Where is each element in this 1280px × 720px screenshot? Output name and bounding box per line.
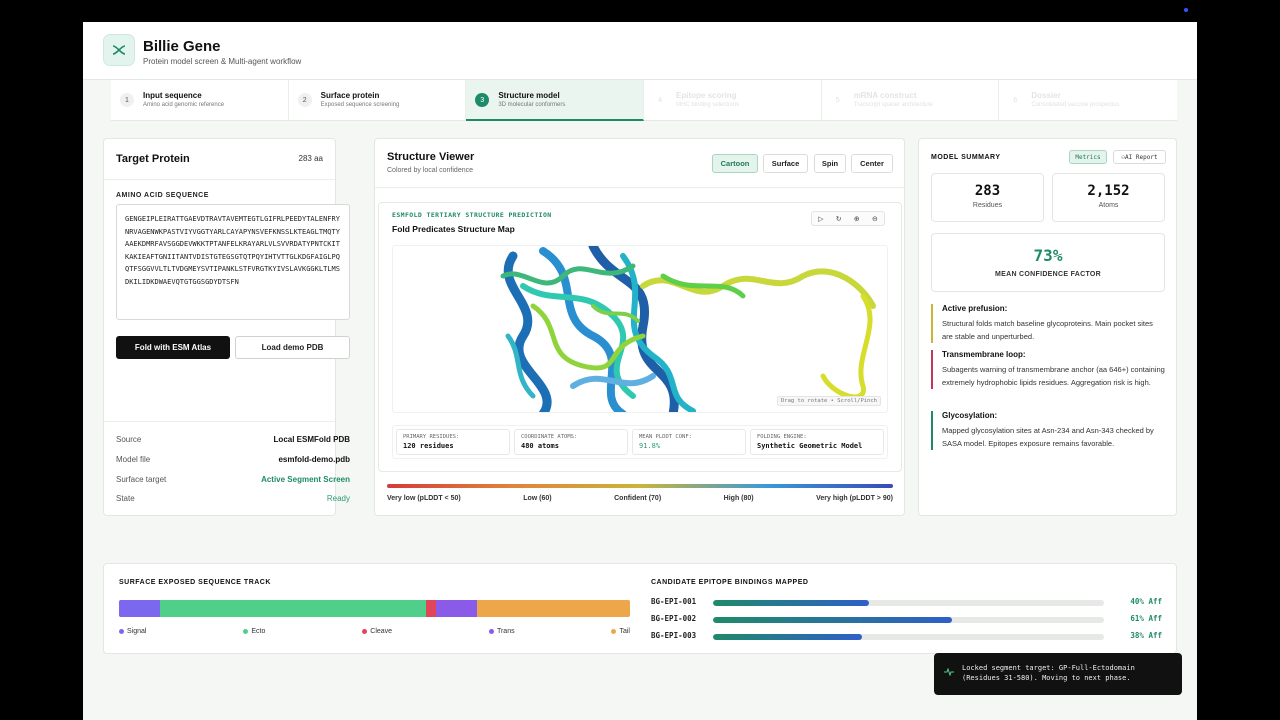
legend-signal: Signal xyxy=(119,628,146,635)
note-glycosylation: Glycosylation: Mapped glycosylation sites… xyxy=(931,411,1165,450)
play-icon[interactable]: ▷ xyxy=(818,215,823,223)
epitope-row-001[interactable]: BG-EPI-001 40% Aff xyxy=(651,597,1162,609)
epitope-bindings-title: CANDIDATE EPITOPE BINDINGS MAPPED xyxy=(651,579,809,586)
epitope-affinity-bar xyxy=(713,617,952,623)
app-subtitle: Protein model screen & Multi-agent workf… xyxy=(143,57,302,66)
model-summary-panel: MODEL SUMMARY Metrics ⚇ AI Report 283 Resi… xyxy=(918,138,1177,516)
divider xyxy=(104,421,335,422)
activity-icon xyxy=(944,667,954,679)
stat-mean-plddt: MEAN PLDDT CONF: 91.8% xyxy=(632,429,746,455)
structure-viewer-title: Structure Viewer xyxy=(387,151,475,163)
info-source: Source Local ESMFold PDB xyxy=(116,435,350,444)
structure-viewer-panel: Structure Viewer Colored by local confid… xyxy=(374,138,905,516)
tab-ai-report[interactable]: ⚇ AI Report xyxy=(1113,150,1166,164)
stat-primary-residues: PRIMARY RESIDUES: 120 residues xyxy=(396,429,510,455)
structure-viewer-subtitle: Colored by local confidence xyxy=(387,167,473,174)
fold-esm-atlas-button[interactable]: Fold with ESM Atlas xyxy=(116,336,230,359)
epitope-row-002[interactable]: BG-EPI-002 61% Aff xyxy=(651,614,1162,626)
viewer-toolbar: ▷ ↻ ⊕ ⊖ xyxy=(811,211,885,226)
step-dossier: 6 Dossier Consolidated vaccine prospectus xyxy=(1013,91,1120,108)
legend-dot xyxy=(611,628,617,634)
cartoon-button[interactable]: Cartoon xyxy=(712,154,758,173)
workflow-stepper: 1 Input sequence Amino acid genomic refere… xyxy=(111,80,1177,121)
sequence-label: AMINO ACID SEQUENCE xyxy=(116,192,209,199)
epitope-row-003[interactable]: BG-EPI-003 38% Aff xyxy=(651,631,1162,643)
indicator-dot xyxy=(1184,8,1188,12)
epitope-affinity-bar xyxy=(713,634,862,640)
tab-metrics[interactable]: Metrics xyxy=(1069,150,1107,164)
surface-button[interactable]: Surface xyxy=(763,154,808,173)
track-segment-cleave[interactable] xyxy=(425,600,436,617)
divider xyxy=(104,179,335,180)
legend-dot xyxy=(243,628,249,634)
sequence-textarea[interactable]: GENGEIPLEIRATTGAEVDTRAVTAVEMTEGTLGIFRLPE… xyxy=(116,204,350,320)
track-segment-signal[interactable] xyxy=(119,600,160,617)
molecule-viewer: ESMFOLD TERTIARY STRUCTURE PREDICTION Fo… xyxy=(378,202,902,472)
stat-coordinate-atoms: COORDINATE ATOMS: 480 atoms xyxy=(514,429,628,455)
dna-logo-icon xyxy=(103,34,135,66)
plddt-gradient-bar xyxy=(387,484,893,488)
zoom-in-icon[interactable]: ⊕ xyxy=(854,215,860,223)
surface-sequence-track[interactable] xyxy=(119,600,630,617)
legend-high: High (80) xyxy=(723,495,754,502)
note-active-prefusion: Active prefusion: Structural folds match … xyxy=(931,304,1165,343)
stat-folding-engine: FOLDING ENGINE: Synthetic Geometric Model xyxy=(750,429,884,455)
legend-trans: Trans xyxy=(488,628,515,635)
protein-ribbon-illustration xyxy=(500,246,876,412)
legend-dot xyxy=(488,628,494,634)
plddt-legend: Very low (pLDDT < 50) Low (60) Confident… xyxy=(387,495,893,502)
state-badge: Ready xyxy=(326,494,350,503)
info-model-file: Model file esmfold-demo.pdb xyxy=(116,455,350,464)
app-window: Billie Gene Protein model screen & Multi… xyxy=(83,22,1197,720)
track-segment-tail[interactable] xyxy=(476,600,630,617)
metric-atoms: 2,152 Atoms xyxy=(1052,173,1165,222)
legend-ecto: Ecto xyxy=(243,628,265,635)
zoom-out-icon[interactable]: ⊖ xyxy=(872,215,878,223)
model-summary-title: MODEL SUMMARY xyxy=(931,154,1001,161)
legend-cleave: Cleave xyxy=(362,628,392,635)
step-structure-model[interactable]: 3 Structure model 3D molecular conformers xyxy=(466,80,645,121)
track-legend: Signal Ecto Cleave Trans Tail xyxy=(119,628,630,635)
track-segment-ecto[interactable] xyxy=(159,600,426,617)
step-mrna-construct: 5 mRNA construct Transcript spacer archite… xyxy=(822,80,1000,121)
structure-map-title: Fold Predicates Structure Map xyxy=(392,224,515,234)
app-header: Billie Gene Protein model screen & Multi… xyxy=(83,22,1197,80)
metric-residues: 283 Residues xyxy=(931,173,1044,222)
note-transmembrane-loop: Transmembrane loop: Subagents warning of … xyxy=(931,350,1165,389)
status-toast: Locked segment target: GP-Full-Ectodomai… xyxy=(934,653,1182,695)
info-surface-target: Surface target Active Segment Screen xyxy=(116,475,350,484)
structure-stats: PRIMARY RESIDUES: 120 residues COORDINATE… xyxy=(392,425,888,459)
step-epitope-scoring: 4 Epitope scoring MHC binding selections xyxy=(644,80,822,121)
reset-icon[interactable]: ↻ xyxy=(836,215,842,223)
legend-tail: Tail xyxy=(611,628,630,635)
toast-message: Locked segment target: GP-Full-Ectodomai… xyxy=(962,664,1135,682)
drag-hint: Drag to rotate • Scroll/Pinch xyxy=(776,396,881,406)
protein-3d-canvas[interactable]: Drag to rotate • Scroll/Pinch xyxy=(392,245,888,413)
legend-dot xyxy=(362,628,368,634)
app-title: Billie Gene xyxy=(143,38,221,55)
track-segment-trans[interactable] xyxy=(435,600,477,617)
legend-very-high: Very high (pLDDT > 90) xyxy=(816,495,893,502)
sequence-track-panel: SURFACE EXPOSED SEQUENCE TRACK Signal Ect… xyxy=(103,563,1177,654)
spin-button[interactable]: Spin xyxy=(814,154,846,173)
epitope-affinity-bar xyxy=(713,600,870,606)
target-protein-panel: Target Protein 283 aa AMINO ACID SEQUENC… xyxy=(103,138,350,516)
legend-low: Low (60) xyxy=(523,495,552,502)
load-demo-pdb-button[interactable]: Load demo PDB xyxy=(235,336,350,359)
step-surface-protein[interactable]: 2 Surface protein Exposed sequence screeni… xyxy=(289,80,467,121)
mean-confidence-card: 73% MEAN CONFIDENCE FACTOR xyxy=(931,233,1165,292)
surface-track-title: SURFACE EXPOSED SEQUENCE TRACK xyxy=(119,579,271,586)
legend-confident: Confident (70) xyxy=(614,495,662,502)
center-button[interactable]: Center xyxy=(851,154,893,173)
info-state: State Ready xyxy=(116,494,350,503)
prediction-tag: ESMFOLD TERTIARY STRUCTURE PREDICTION xyxy=(392,211,552,219)
target-protein-title: Target Protein xyxy=(116,153,190,165)
legend-dot xyxy=(119,628,124,634)
legend-very-low: Very low (pLDDT < 50) xyxy=(387,495,461,502)
divider xyxy=(375,187,904,188)
residue-count: 283 aa xyxy=(298,154,323,163)
step-input-sequence[interactable]: 1 Input sequence Amino acid genomic refere… xyxy=(111,80,289,121)
